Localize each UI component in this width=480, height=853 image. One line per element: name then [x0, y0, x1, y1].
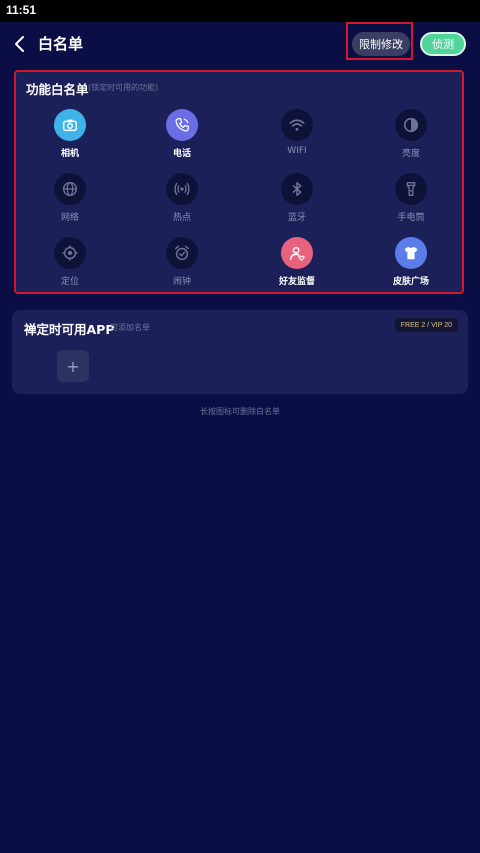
function-item-label: 皮肤广场 — [392, 277, 429, 287]
function-item-camera[interactable]: 相机 — [30, 109, 110, 159]
app-whitelist-subtitle: 可添加名单 — [110, 323, 150, 332]
page-title: 白名单 — [38, 35, 84, 53]
alarm-icon — [166, 237, 198, 269]
function-item-phone[interactable]: 电话 — [142, 109, 222, 159]
chevron-left-icon — [15, 36, 24, 52]
camera-icon — [54, 109, 86, 141]
quota-badge: FREE 2 / VIP 20 — [394, 318, 458, 332]
hotspot-icon — [166, 173, 198, 205]
brightness-icon — [395, 109, 427, 141]
globe-icon — [54, 173, 86, 205]
function-item-label: 闹钟 — [172, 277, 191, 287]
function-item-label: 手电筒 — [397, 213, 425, 223]
function-item-label: 好友监督 — [278, 277, 315, 287]
friend-supervise-icon — [281, 237, 313, 269]
function-whitelist-card: 功能白名单 (锁定时可用的功能) 相机 电话 WIFI 亮度 网络 热点 蓝牙 … — [14, 70, 464, 294]
back-button[interactable] — [10, 34, 30, 54]
detect-button[interactable]: 侦测 — [420, 32, 466, 56]
function-item-label: 定位 — [60, 277, 79, 287]
function-item-skin-plaza[interactable]: 皮肤广场 — [371, 237, 451, 287]
function-whitelist-subtitle: (锁定时可用的功能) — [88, 83, 159, 92]
function-whitelist-title: 功能白名单 — [26, 82, 89, 97]
function-item-bluetooth[interactable]: 蓝牙 — [257, 173, 337, 223]
bluetooth-icon — [281, 173, 313, 205]
add-app-button[interactable]: + — [57, 350, 89, 382]
function-item-flashlight[interactable]: 手电筒 — [371, 173, 451, 223]
location-icon — [54, 237, 86, 269]
function-item-label: 亮度 — [401, 149, 420, 159]
app-whitelist-title: 禅定时可用APP — [24, 322, 115, 337]
function-item-label: 相机 — [60, 149, 79, 159]
status-time: 11:51 — [6, 3, 37, 17]
function-item-alarm[interactable]: 闹钟 — [142, 237, 222, 287]
status-bar: 11:51 — [0, 0, 480, 22]
function-item-label: WIFI — [287, 146, 307, 156]
function-item-wifi[interactable]: WIFI — [257, 109, 337, 159]
flashlight-icon — [395, 173, 427, 205]
function-item-location[interactable]: 定位 — [30, 237, 110, 287]
hint-text: 长按图标可删除白名单 — [200, 407, 280, 416]
function-item-label: 热点 — [172, 213, 191, 223]
function-item-hotspot[interactable]: 热点 — [142, 173, 222, 223]
shirt-icon — [395, 237, 427, 269]
function-item-brightness[interactable]: 亮度 — [371, 109, 451, 159]
phone-icon — [166, 109, 198, 141]
function-item-network[interactable]: 网络 — [30, 173, 110, 223]
function-item-label: 电话 — [172, 149, 191, 159]
plus-icon: + — [66, 356, 80, 376]
app-whitelist-card: 禅定时可用APP 可添加名单 FREE 2 / VIP 20 + — [12, 310, 468, 394]
function-item-label: 网络 — [60, 213, 79, 223]
top-nav: 白名单 限制修改 侦测 — [0, 22, 480, 66]
wifi-icon — [281, 109, 313, 141]
limit-edit-button[interactable]: 限制修改 — [352, 32, 410, 56]
function-item-label: 蓝牙 — [287, 213, 306, 223]
function-item-friend-supervise[interactable]: 好友监督 — [257, 237, 337, 287]
